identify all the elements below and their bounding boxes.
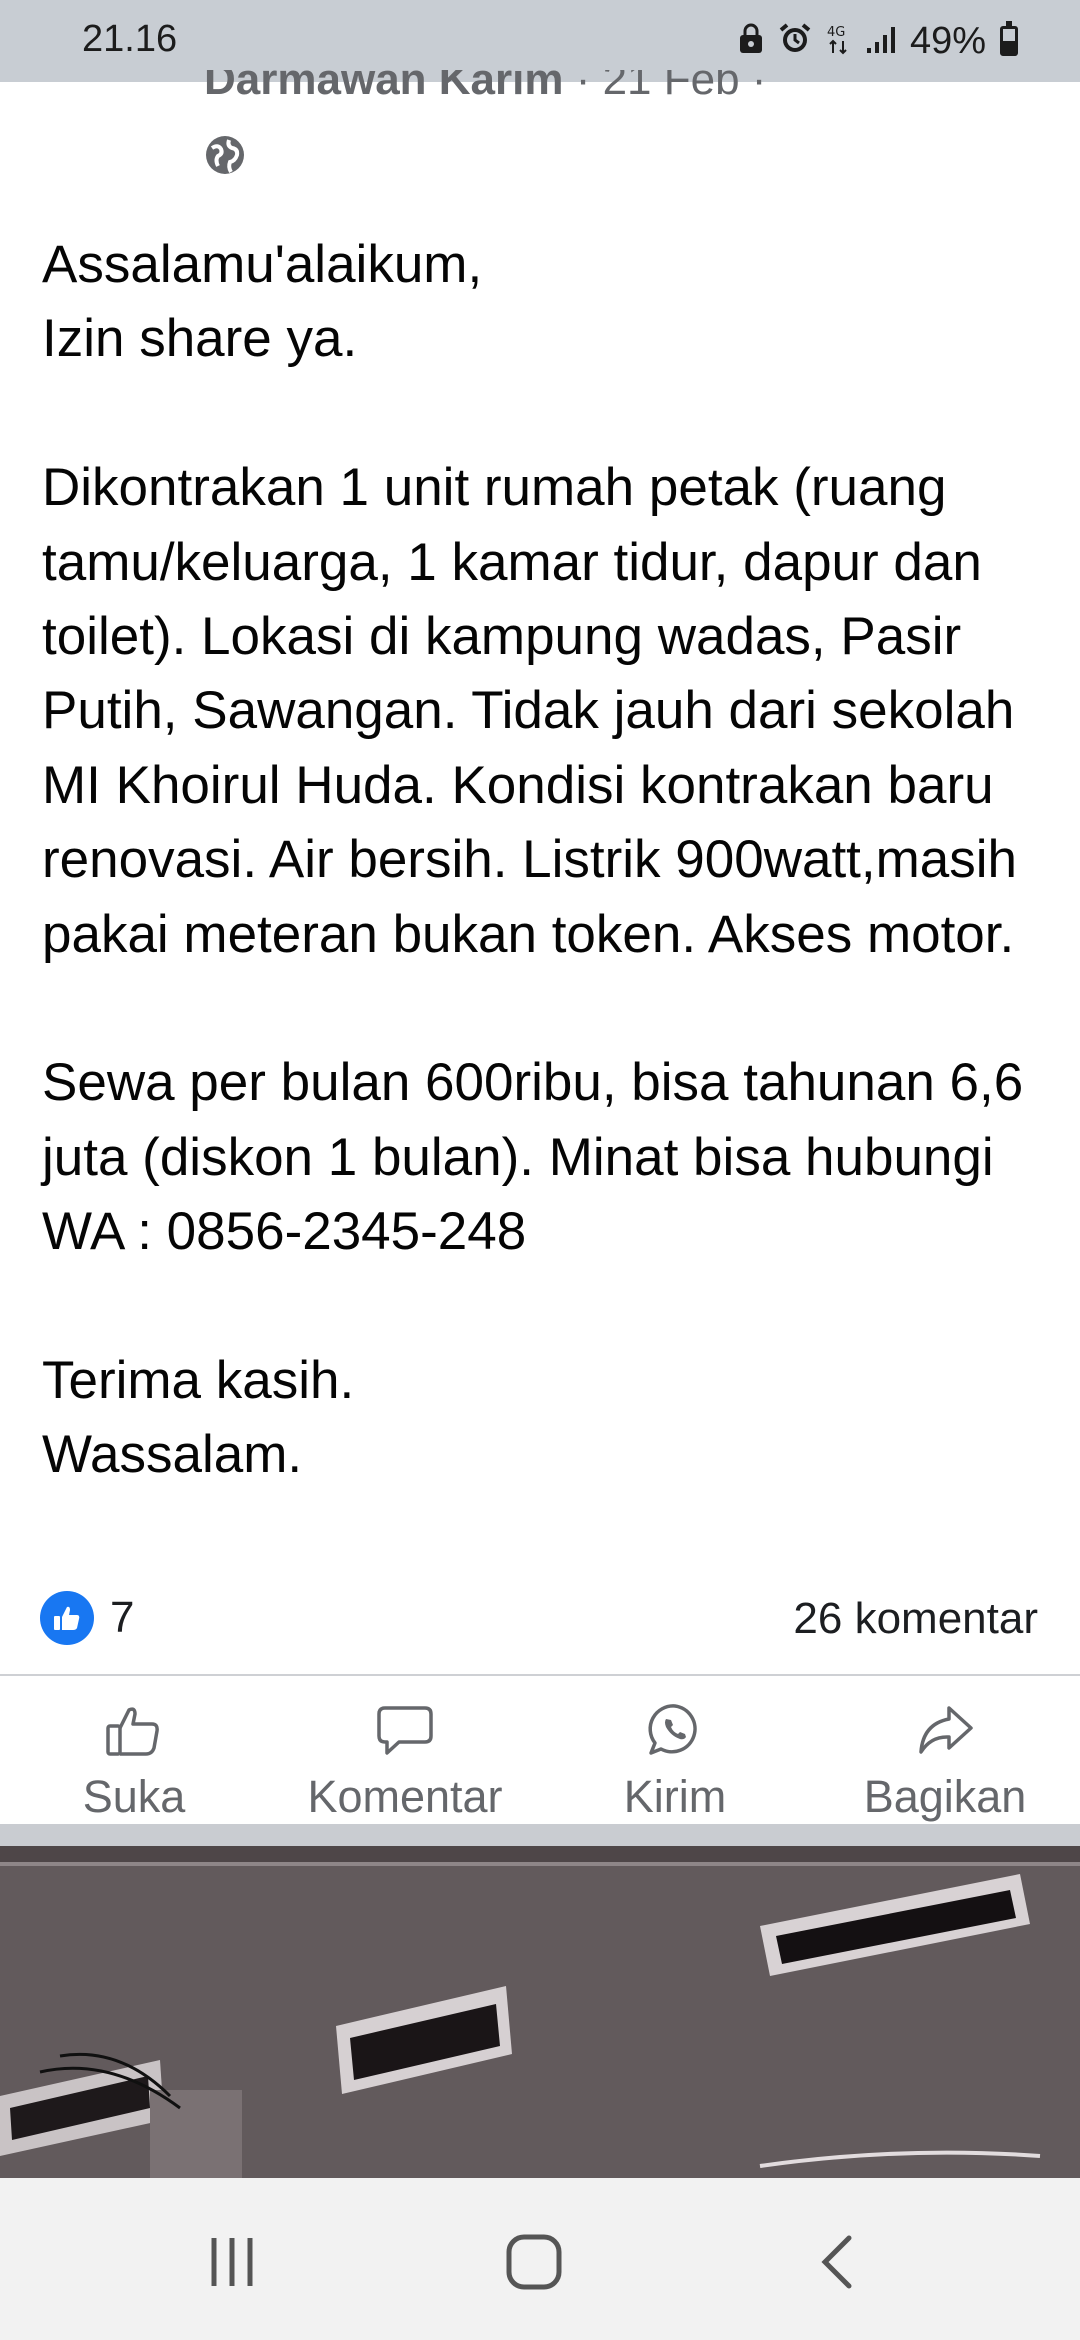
post-action-bar: Suka Komentar Kirim Bagikan — [0, 1678, 1080, 1824]
status-time: 21.16 — [82, 18, 178, 60]
alarm-icon — [778, 22, 812, 61]
like-button[interactable]: Suka — [54, 1678, 214, 1824]
author-name[interactable]: Darmawan Karim — [204, 70, 563, 104]
post-text: Assalamu'alaikum, Izin share ya. Dikontr… — [42, 228, 1052, 1493]
post-paragraph: Terima kasih. Wassalam. — [42, 1351, 355, 1485]
back-icon[interactable] — [792, 2222, 882, 2302]
home-icon[interactable] — [489, 2222, 579, 2302]
like-count: 7 — [110, 1593, 135, 1642]
svg-text:4G: 4G — [827, 25, 845, 40]
post-paragraph: Dikontrakan 1 unit rumah petak (ruang ta… — [42, 458, 1018, 964]
recent-apps-icon[interactable] — [187, 2222, 277, 2302]
photo-image — [0, 1846, 1080, 2178]
post-photo[interactable] — [0, 1846, 1080, 2178]
share-icon — [915, 1678, 975, 1763]
post-paragraph: Assalamu'alaikum, Izin share ya. — [42, 235, 483, 369]
lock-icon — [738, 23, 764, 60]
share-button[interactable]: Bagikan — [850, 1678, 1040, 1824]
comment-label: Komentar — [307, 1771, 503, 1822]
share-label: Bagikan — [863, 1771, 1027, 1822]
post-meta[interactable]: · 21 Feb · — [563, 70, 767, 104]
battery-level — [1003, 41, 1015, 53]
battery-icon — [1000, 21, 1018, 56]
comment-count[interactable]: 26 komentar — [793, 1594, 1038, 1644]
reaction-summary[interactable]: 7 — [40, 1588, 134, 1648]
feed-separator — [0, 1824, 1080, 1846]
like-label: Suka — [82, 1771, 186, 1822]
post-header: Darmawan Karim · 21 Feb · — [204, 70, 766, 126]
post-paragraph: Sewa per bulan 600ribu, bisa tahunan 6,6… — [42, 1053, 1024, 1262]
battery-percent: 49% — [909, 19, 986, 62]
globe-icon[interactable] — [204, 134, 246, 176]
comment-icon — [375, 1678, 435, 1763]
status-icons: 4G 49% — [738, 18, 1018, 64]
signal-icon — [866, 24, 896, 59]
send-label: Kirim — [623, 1771, 727, 1822]
send-button[interactable]: Kirim — [600, 1678, 750, 1824]
system-nav-bar — [0, 2178, 1080, 2340]
divider — [0, 1674, 1080, 1676]
like-reaction-icon — [40, 1591, 94, 1645]
whatsapp-icon — [645, 1678, 705, 1763]
comment-button[interactable]: Komentar — [290, 1678, 520, 1824]
like-icon — [104, 1678, 164, 1763]
data-4g-icon: 4G — [826, 22, 852, 61]
